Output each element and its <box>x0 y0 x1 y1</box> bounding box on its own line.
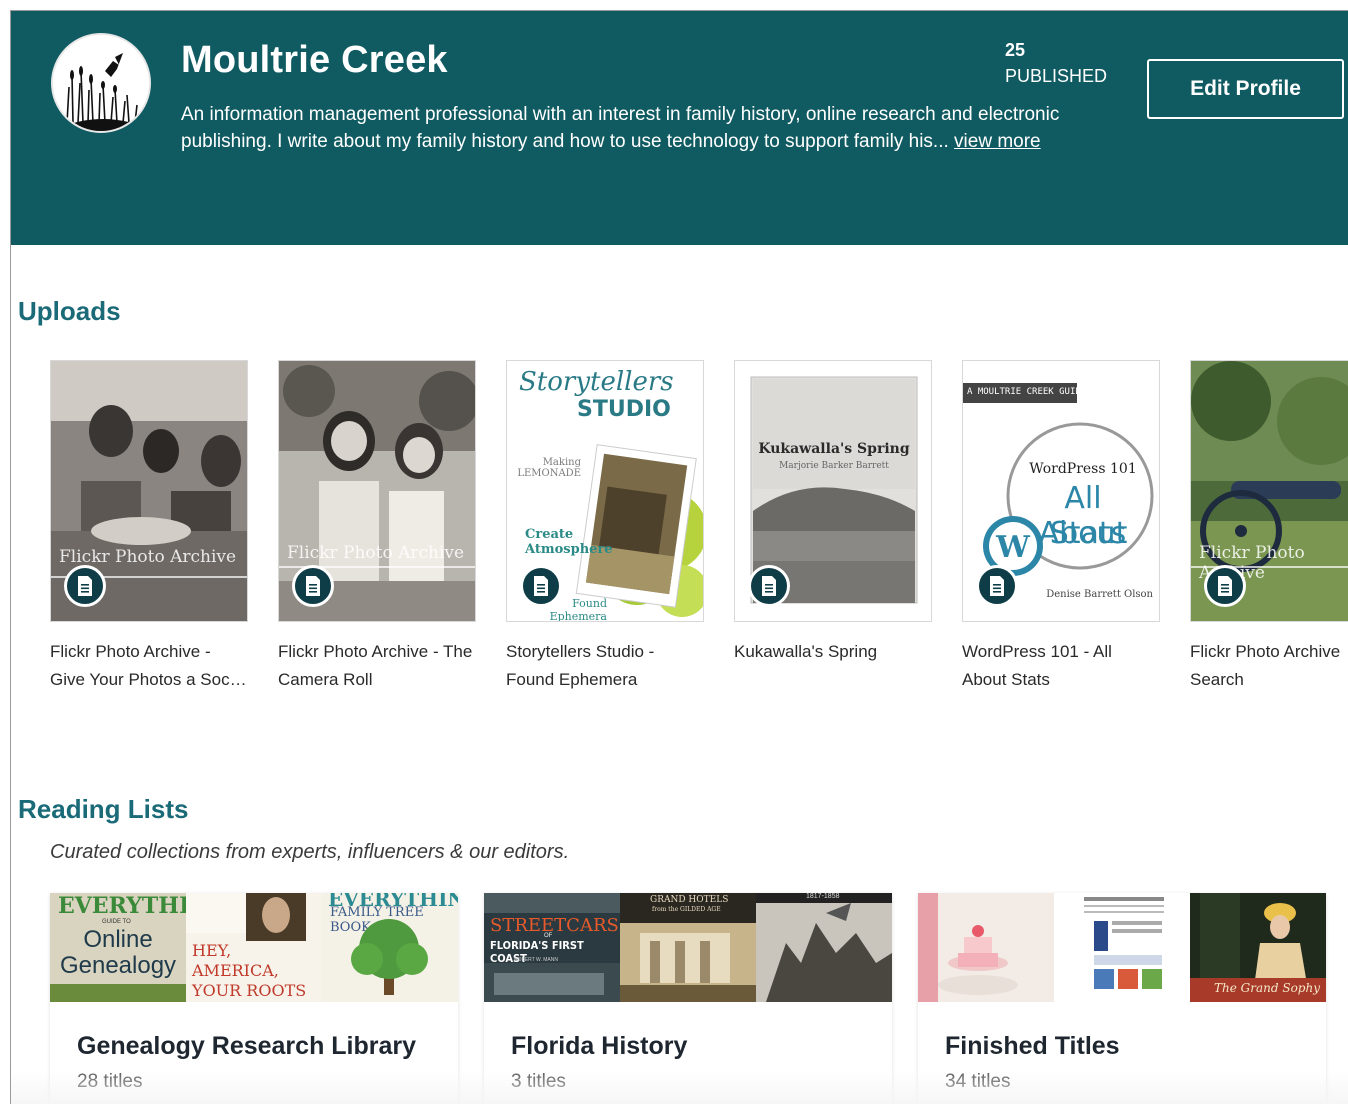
cover-text: A MOULTRIE CREEK GUIDE <box>967 387 1087 397</box>
upload-title[interactable]: Flickr Photo Archive Search <box>1190 638 1348 694</box>
uploads-heading: Uploads <box>18 296 121 326</box>
reading-list-count: 3 titles <box>511 1071 566 1092</box>
cover-title-text: Storytellers <box>519 367 674 397</box>
cover-text: WordPress 101 <box>1029 461 1137 477</box>
document-icon <box>976 565 1018 607</box>
upload-title[interactable]: Flickr Photo Archive - Give Your Photos … <box>50 638 248 694</box>
upload-card[interactable]: Flickr Photo Archive Flickr Photo Archiv… <box>50 360 248 694</box>
reading-list-name[interactable]: Florida History <box>511 1032 687 1061</box>
book-thumbnail[interactable]: GRAND HOTELS from the GILDED AGE <box>620 893 756 1002</box>
upload-title[interactable]: Flickr Photo Archive - The Camera Roll <box>278 638 476 694</box>
book-thumbnail[interactable]: EVERYTHING GUIDE TO Online Genealogy <box>50 893 186 1002</box>
book-cover[interactable]: Flickr Photo Archive <box>1190 360 1348 622</box>
bio-text: An information management professional w… <box>181 104 1060 152</box>
cover-text: Online Genealogy <box>59 926 177 979</box>
document-icon <box>520 565 562 607</box>
reading-list-card[interactable]: The Grand Sophy Finished Titles 34 title… <box>918 893 1326 1104</box>
published-count: 25 <box>1005 40 1026 60</box>
reading-list-count: 34 titles <box>945 1071 1011 1092</box>
upload-title[interactable]: Kukawalla's Spring <box>734 638 932 694</box>
cover-title-text: Flickr Photo Archive <box>287 543 465 563</box>
cover-art <box>1084 897 1164 989</box>
reading-list-covers: EVERYTHING GUIDE TO Online Genealogy HEY… <box>50 893 458 1002</box>
upload-title[interactable]: WordPress 101 - All About Stats <box>962 638 1160 694</box>
book-thumbnail[interactable] <box>918 893 1054 1002</box>
document-icon <box>748 565 790 607</box>
reading-list-name[interactable]: Genealogy Research Library <box>77 1032 416 1061</box>
upload-card[interactable]: W A MOULTRIE CREEK GUIDE WordPress 101 A… <box>962 360 1160 694</box>
cover-title-text: Flickr Photo Archive <box>59 547 237 567</box>
document-icon <box>292 565 334 607</box>
profile-name: Moultrie Creek <box>181 39 448 81</box>
reading-lists-heading: Reading Lists <box>18 794 189 824</box>
view-more-link[interactable]: view more <box>954 131 1041 152</box>
document-icon <box>64 565 106 607</box>
upload-card[interactable]: Kukawalla's Spring Marjorie Barker Barre… <box>734 360 932 694</box>
book-thumbnail[interactable]: The Grand Sophy <box>1190 893 1326 1002</box>
book-cover[interactable]: Kukawalla's Spring Marjorie Barker Barre… <box>734 360 932 622</box>
reading-list-card[interactable]: EVERYTHING GUIDE TO Online Genealogy HEY… <box>50 893 458 1104</box>
book-thumbnail[interactable]: STREETCARS OF FLORIDA'S FIRST COAST ROBE… <box>484 893 620 1002</box>
reading-list-count: 28 titles <box>77 1071 143 1092</box>
upload-card[interactable]: Flickr Photo Archive Flickr Photo Archiv… <box>1190 360 1348 694</box>
cover-title-text: Kukawalla's Spring <box>758 441 910 457</box>
cover-art <box>756 893 892 1002</box>
avatar-bird-logo <box>53 35 149 131</box>
published-stats: 25 PUBLISHED <box>1005 37 1107 89</box>
upload-card[interactable]: Flickr Photo Archive Flickr Photo Archiv… <box>278 360 476 694</box>
reading-list-name[interactable]: Finished Titles <box>945 1032 1120 1061</box>
reading-lists-subtitle: Curated collections from experts, influe… <box>50 841 570 863</box>
reading-list-covers: STREETCARS OF FLORIDA'S FIRST COAST ROBE… <box>484 893 892 1002</box>
upload-card[interactable]: Storytellers STUDIO Making LEMONADE Crea… <box>506 360 704 694</box>
cover-subtitle-text: STUDIO <box>577 397 671 422</box>
cover-text: 1817-1858 <box>806 893 840 900</box>
cover-text: HEY, AMERICA, YOUR ROOTS ARE SHOWING <box>192 941 320 1002</box>
book-cover[interactable]: Flickr Photo Archive <box>278 360 476 622</box>
avatar[interactable] <box>51 33 151 133</box>
published-label: PUBLISHED <box>1005 66 1108 86</box>
cover-author-text: Denise Barrett Olson <box>1046 589 1153 600</box>
cover-text: Making LEMONADE <box>517 457 581 479</box>
cover-text: ROBERT W. MANN <box>514 957 558 963</box>
book-thumbnail[interactable]: HEY, AMERICA, YOUR ROOTS ARE SHOWING <box>186 893 322 1002</box>
book-thumbnail[interactable] <box>1054 893 1190 1002</box>
profile-header: Moultrie Creek An information management… <box>11 11 1348 245</box>
cover-text: The Grand Sophy <box>1214 981 1320 995</box>
edit-profile-button[interactable]: Edit Profile <box>1147 59 1344 119</box>
cover-text: STREETCARS <box>490 915 619 936</box>
cover-text: GUIDE TO <box>102 919 131 925</box>
book-cover[interactable]: W A MOULTRIE CREEK GUIDE WordPress 101 A… <box>962 360 1160 622</box>
cover-art <box>918 893 1018 1002</box>
profile-bio: An information management professional w… <box>181 101 1061 155</box>
book-thumbnail[interactable]: EVERYTHING FAMILY TREE BOOK <box>322 893 458 1002</box>
book-thumbnail[interactable]: 1817-1858 <box>756 893 892 1002</box>
cover-text: GRAND HOTELS <box>650 895 729 905</box>
document-icon <box>1204 565 1246 607</box>
upload-title[interactable]: Storytellers Studio - Found Ephemera <box>506 638 704 694</box>
cover-text: Stats <box>1049 516 1127 551</box>
cover-author-text: Marjorie Barker Barrett <box>779 461 889 471</box>
cover-text: Create Atmosphere <box>525 527 613 557</box>
cover-text: EVERYTHING <box>58 893 186 919</box>
tree-art <box>351 919 428 995</box>
book-cover[interactable]: Flickr Photo Archive <box>50 360 248 622</box>
reading-list-card[interactable]: STREETCARS OF FLORIDA'S FIRST COAST ROBE… <box>484 893 892 1104</box>
cover-text: from the GILDED AGE <box>652 906 721 913</box>
reading-list-covers: The Grand Sophy <box>918 893 1326 1002</box>
book-cover[interactable]: Storytellers STUDIO Making LEMONADE Crea… <box>506 360 704 622</box>
